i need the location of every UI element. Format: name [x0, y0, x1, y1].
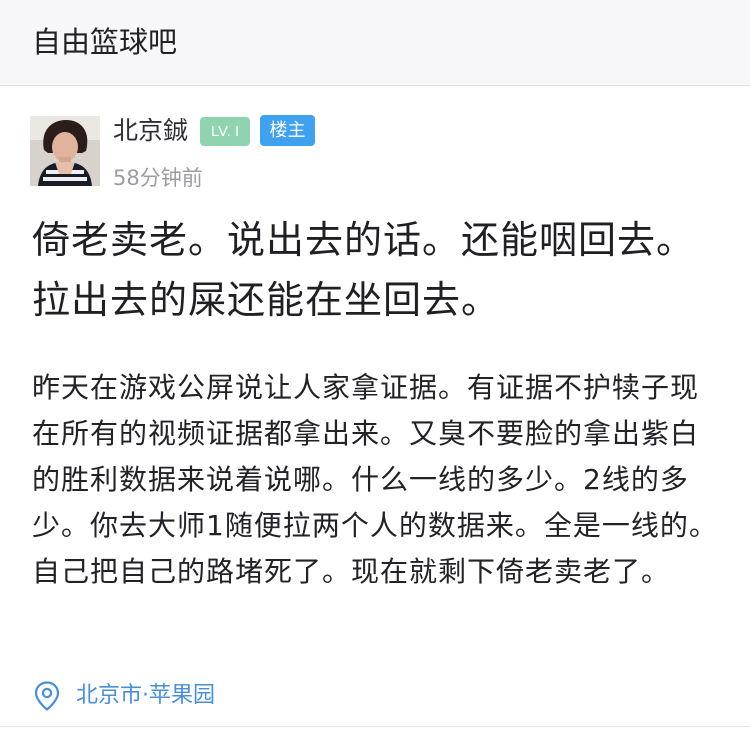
- location-text: 北京市·苹果园: [76, 683, 215, 708]
- post-time: 58分钟前: [113, 166, 203, 190]
- forum-title[interactable]: 自由篮球吧: [32, 22, 177, 62]
- post-title: 倚老卖老。说出去的话。还能咽回去。拉出去的屎还能在坐回去。: [32, 218, 696, 322]
- author-name[interactable]: 北京鋮: [113, 114, 188, 148]
- level-badge: LV. I: [200, 117, 250, 146]
- footer-divider: [0, 726, 750, 727]
- forum-header: 自由篮球吧: [0, 0, 750, 86]
- post-body: 昨天在游戏公屏说让人家拿证据。有证据不护犊子现在所有的视频证据都拿出来。又臭不要…: [32, 371, 718, 588]
- avatar-image: [30, 116, 100, 186]
- op-badge: 楼主: [260, 115, 315, 146]
- avatar[interactable]: [30, 116, 100, 186]
- location-pin-icon: [34, 681, 60, 711]
